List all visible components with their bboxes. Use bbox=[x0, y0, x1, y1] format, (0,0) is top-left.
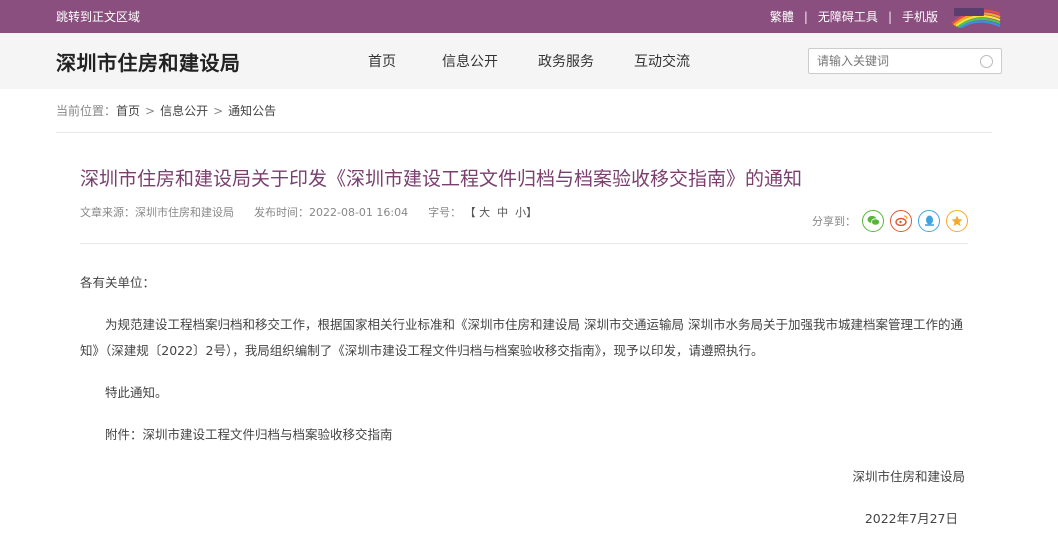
breadcrumb-home[interactable]: 首页 bbox=[116, 102, 140, 119]
font-size-label: 字号： bbox=[428, 205, 462, 219]
utility-links: 繁體 | 无障碍工具 | 手机版 bbox=[770, 6, 1002, 28]
breadcrumb-separator: > bbox=[145, 103, 156, 118]
search-icon[interactable] bbox=[980, 54, 993, 68]
attachment-link[interactable]: 附件：深圳市建设工程文件归档与档案验收移交指南 bbox=[80, 422, 968, 448]
share-bar: 分享到： bbox=[812, 209, 968, 232]
sign-date: 2022年7月27日 bbox=[864, 510, 958, 526]
article: 深圳市住房和建设局关于印发《深圳市建设工程文件归档与档案验收移交指南》的通知 文… bbox=[80, 167, 968, 532]
weibo-icon[interactable] bbox=[890, 209, 912, 232]
meta-info: 文章来源：深圳市住房和建设局 发布时间：2022-08-01 16:04 字号：… bbox=[80, 204, 537, 220]
signature: 深圳市住房和建设局 bbox=[852, 468, 965, 484]
traditional-chinese-link[interactable]: 繁體 bbox=[770, 8, 794, 25]
site-title[interactable]: 深圳市住房和建设局 bbox=[56, 47, 352, 76]
breadcrumb-notices[interactable]: 通知公告 bbox=[228, 102, 276, 119]
article-body: 各有关单位： 为规范建设工程档案归档和移交工作，根据国家相关行业标准和《深圳市住… bbox=[80, 270, 968, 532]
font-size-options[interactable]: 【 大 中 小】 bbox=[465, 206, 537, 219]
font-size-control: 字号： 【 大 中 小】 bbox=[428, 204, 537, 220]
separator: | bbox=[887, 9, 892, 24]
share-label: 分享到： bbox=[812, 214, 856, 228]
publish-time: 发布时间：2022-08-01 16:04 bbox=[254, 205, 409, 219]
main-nav: 首页 信息公开 政务服务 互动交流 bbox=[352, 51, 710, 71]
breadcrumb: 当前位置： 首页 > 信息公开 > 通知公告 bbox=[56, 89, 992, 133]
closing-line: 特此通知。 bbox=[105, 384, 168, 400]
qq-icon[interactable] bbox=[918, 209, 940, 232]
nav-item-home[interactable]: 首页 bbox=[352, 51, 422, 71]
accessibility-tools-link[interactable]: 无障碍工具 bbox=[818, 8, 878, 25]
skip-to-content-link[interactable]: 跳转到正文区域 bbox=[56, 8, 140, 25]
breadcrumb-separator: > bbox=[213, 103, 224, 118]
rainbow-logo-icon[interactable] bbox=[948, 6, 1002, 28]
breadcrumb-label: 当前位置： bbox=[56, 104, 117, 118]
favorite-icon[interactable] bbox=[946, 209, 968, 232]
breadcrumb-info-disclosure[interactable]: 信息公开 bbox=[160, 102, 208, 119]
nav-item-interaction[interactable]: 互动交流 bbox=[614, 51, 710, 71]
article-meta: 文章来源：深圳市住房和建设局 发布时间：2022-08-01 16:04 字号：… bbox=[80, 204, 968, 244]
mobile-version-link[interactable]: 手机版 bbox=[902, 8, 938, 25]
site-header: 深圳市住房和建设局 首页 信息公开 政务服务 互动交流 bbox=[0, 33, 1058, 89]
body-paragraph: 为规范建设工程档案归档和移交工作，根据国家相关行业标准和《深圳市住房和建设局 深… bbox=[80, 316, 963, 358]
nav-item-gov-services[interactable]: 政务服务 bbox=[518, 51, 614, 71]
search-box bbox=[808, 48, 1002, 74]
nav-item-info-disclosure[interactable]: 信息公开 bbox=[422, 51, 518, 71]
article-title: 深圳市住房和建设局关于印发《深圳市建设工程文件归档与档案验收移交指南》的通知 bbox=[80, 168, 803, 190]
top-utility-bar: 跳转到正文区域 繁體 | 无障碍工具 | 手机版 bbox=[0, 0, 1058, 33]
greeting: 各有关单位： bbox=[80, 274, 156, 290]
search-input[interactable] bbox=[817, 54, 967, 68]
separator: | bbox=[803, 9, 808, 24]
wechat-icon[interactable] bbox=[862, 209, 884, 232]
article-source: 文章来源：深圳市住房和建设局 bbox=[80, 205, 234, 219]
